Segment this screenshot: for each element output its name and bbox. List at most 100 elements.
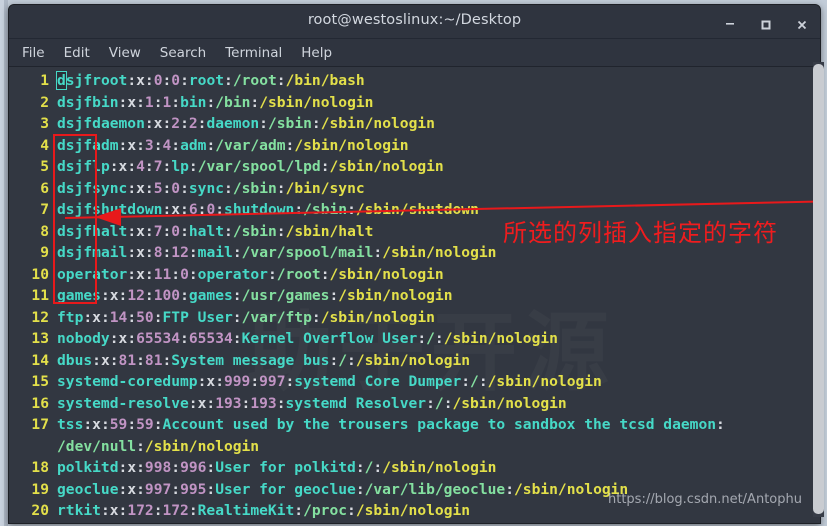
passwd-gid: 7 xyxy=(153,158,163,175)
passwd-gecos: FTP User xyxy=(162,308,233,326)
passwd-shell: /sbin/shutdown xyxy=(355,201,479,218)
passwd-home: /var/adm xyxy=(215,136,286,154)
line-number: 8 xyxy=(40,222,49,240)
editor-line: 7 dsjfshutdown:x:6:0:shutdown:/sbin:/sbin… xyxy=(9,199,820,221)
passwd-uid: 997 xyxy=(144,480,172,498)
editor-line: 3 dsjfdaemon:x:2:2:daemon:/sbin:/sbin/nol… xyxy=(9,113,820,135)
editor-line: 19 geoclue:x:997:995:User for geoclue:/va… xyxy=(9,479,820,501)
passwd-username: systemd-resolve xyxy=(57,394,189,412)
passwd-shell: /sbin/halt xyxy=(285,222,374,240)
passwd-home: /dev/null xyxy=(57,437,137,455)
passwd-username: geoclue xyxy=(57,480,119,498)
passwd-username: dbus xyxy=(57,351,93,369)
passwd-gid: 81 xyxy=(144,351,163,369)
passwd-home: /var/ftp xyxy=(241,308,312,326)
line-number: 6 xyxy=(40,179,49,197)
maximize-icon[interactable] xyxy=(756,15,776,35)
passwd-home: /usr/games xyxy=(241,287,330,304)
passwd-shell: /sbin/nologin xyxy=(338,287,453,304)
line-number: 14 xyxy=(31,351,49,369)
passwd-gecos: systemd Resolver xyxy=(285,394,427,412)
passwd-gid: 2 xyxy=(188,115,198,132)
terminal-body[interactable]: 助于开源 1dsjfroot:x:0:0:root:/root:/bin/bas… xyxy=(9,67,820,525)
passwd-shell: /sbin/nologin xyxy=(320,115,435,132)
passwd-uid: 12 xyxy=(127,287,145,304)
passwd-password: x xyxy=(118,330,128,347)
line-number: 16 xyxy=(31,394,49,412)
passwd-uid: 65534 xyxy=(136,330,181,347)
passwd-home: / xyxy=(434,394,444,412)
titlebar[interactable]: root@westoslinux:~/Desktop xyxy=(9,5,820,39)
line-number: 17 xyxy=(31,416,49,433)
passwd-uid: 5 xyxy=(153,179,163,197)
line-number: 7 xyxy=(40,201,49,218)
passwd-gid: 0 xyxy=(171,72,181,89)
passwd-password: x xyxy=(127,480,137,498)
terminal-window: root@westoslinux:~/Desktop File Edit Vie… xyxy=(8,4,821,524)
inserted-text: dsjf xyxy=(57,93,93,111)
passwd-gid: 0 xyxy=(180,265,189,283)
inserted-text: dsjf xyxy=(57,115,93,132)
passwd-password: x xyxy=(109,502,119,519)
passwd-gid: 12 xyxy=(171,244,189,261)
passwd-password: x xyxy=(127,93,137,111)
passwd-username: root xyxy=(92,72,128,89)
passwd-username: systemd-coredump xyxy=(57,373,198,390)
passwd-shell: /sbin/nologin xyxy=(320,308,435,326)
passwd-username: rtkit xyxy=(57,502,101,519)
menu-item-file[interactable]: File xyxy=(22,45,45,61)
passwd-uid: 81 xyxy=(118,351,137,369)
passwd-username: halt xyxy=(92,222,128,240)
menu-item-terminal[interactable]: Terminal xyxy=(225,45,282,61)
passwd-home: /var/spool/mail xyxy=(241,244,374,261)
passwd-username: pulse xyxy=(57,524,101,525)
passwd-shell: /sbin/nologin xyxy=(329,158,444,175)
passwd-uid: 171 xyxy=(127,524,153,525)
line-number: 1 xyxy=(40,72,49,89)
passwd-home: /var/lib/geoclue xyxy=(364,480,506,498)
passwd-gecos: adm xyxy=(180,136,207,154)
editor-line: 15 systemd-coredump:x:999:997:systemd Cor… xyxy=(9,371,820,393)
passwd-password: x xyxy=(136,222,145,240)
passwd-gecos: User for geoclue xyxy=(215,480,356,498)
passwd-gid: 100 xyxy=(153,287,181,304)
menu-item-edit[interactable]: Edit xyxy=(64,45,90,61)
editor-lines: 1 dsjfroot:x:0:0:root:/root:/bin/bash 2 dsj… xyxy=(9,70,820,525)
passwd-gid: 997 xyxy=(259,373,286,390)
passwd-home: /sbin xyxy=(232,222,277,240)
menu-item-help[interactable]: Help xyxy=(301,45,332,61)
passwd-gid: 171 xyxy=(162,524,188,525)
passwd-password: x xyxy=(171,201,181,218)
line-number: 3 xyxy=(40,115,49,132)
line-number: 18 xyxy=(31,459,49,476)
passwd-home: /var/run/pulse xyxy=(417,524,540,525)
passwd-home: /root xyxy=(276,265,321,283)
menu-item-search[interactable]: Search xyxy=(160,45,206,61)
passwd-shell: /sbin/nologin xyxy=(549,524,663,525)
passwd-gid: 50 xyxy=(136,308,154,326)
line-number: 19 xyxy=(31,480,49,498)
editor-line: 11 games:x:12:100:games:/usr/games:/sbin/… xyxy=(9,285,820,307)
scrollbar-thumb[interactable] xyxy=(813,64,824,514)
passwd-username: polkitd xyxy=(57,459,119,476)
passwd-gecos: halt xyxy=(188,222,225,240)
passwd-home: /sbin xyxy=(267,115,312,132)
passwd-password: x xyxy=(127,136,137,154)
passwd-username: nobody xyxy=(57,330,110,347)
inserted-text: dsjf xyxy=(57,136,93,154)
close-icon[interactable] xyxy=(792,15,812,35)
passwd-shell: /sbin/nologin xyxy=(514,480,629,498)
passwd-password: x xyxy=(136,244,145,261)
editor-line: 13 nobody:x:65534:65534:Kernel Overflow U… xyxy=(9,328,820,350)
passwd-gid: 0 xyxy=(206,201,216,218)
editor-line: 1 dsjfroot:x:0:0:root:/root:/bin/bash xyxy=(9,70,820,92)
passwd-uid: 998 xyxy=(144,459,172,476)
menu-item-view[interactable]: View xyxy=(109,45,141,61)
passwd-gid: 4 xyxy=(162,136,172,154)
line-number: 2 xyxy=(40,93,49,111)
minimize-icon[interactable] xyxy=(720,11,740,38)
passwd-password: x xyxy=(136,265,145,283)
passwd-uid: 193 xyxy=(215,394,242,412)
passwd-username: adm xyxy=(92,136,119,154)
screen: root@westoslinux:~/Desktop File Edit Vie… xyxy=(0,0,827,526)
